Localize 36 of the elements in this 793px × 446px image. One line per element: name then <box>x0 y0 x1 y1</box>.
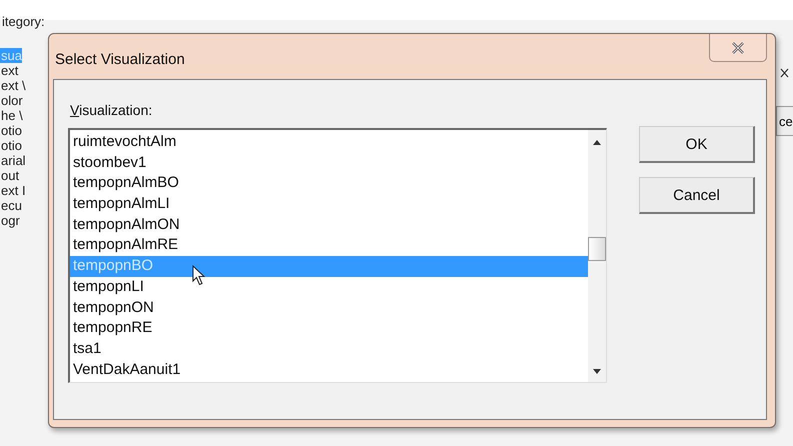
category-item[interactable]: out <box>0 168 20 183</box>
category-item[interactable]: ext \ <box>0 78 26 93</box>
list-item[interactable]: tempopnAlmBO <box>70 173 588 194</box>
list-item[interactable]: tempopnON <box>70 298 588 318</box>
list-item[interactable]: tempopnLI <box>70 276 588 298</box>
list-item[interactable]: tempopnRE <box>70 318 588 339</box>
close-icon <box>731 42 745 54</box>
visualization-label: Visualization: <box>70 102 154 118</box>
category-item[interactable]: otio <box>0 123 22 138</box>
category-item[interactable]: olor <box>0 93 23 108</box>
category-label: itegory: <box>1 14 46 31</box>
cursor-icon <box>192 265 206 286</box>
category-item[interactable]: ext <box>0 63 18 78</box>
category-item[interactable]: otio <box>0 138 22 153</box>
visualization-list[interactable]: ruimtevochtAlm stoombev1 tempopnAlmBO tempopnAlmLI tempopnAlmON tempopnAlmRE tempopnBO tempopnLI tempopnON tempopnRE tsa1 VentDakAanuit1 <box>68 128 607 383</box>
list-item[interactable]: stoombev1 <box>70 152 588 174</box>
ok-button[interactable]: OK <box>639 126 755 163</box>
background-button[interactable]: ce <box>776 106 793 136</box>
list-item[interactable]: tempopnAlmON <box>70 214 588 236</box>
list-item[interactable]: tempopnAlmRE <box>70 235 588 256</box>
close-icon[interactable] <box>780 68 789 78</box>
scroll-down-icon[interactable] <box>593 369 601 374</box>
list-item[interactable]: ruimtevochtAlm <box>70 132 588 153</box>
cancel-button[interactable]: Cancel <box>639 177 755 214</box>
list-item[interactable]: tempopnAlmLI <box>70 194 588 215</box>
scrollbar-thumb[interactable] <box>588 237 606 261</box>
close-button[interactable] <box>709 34 767 62</box>
category-item[interactable]: ogr <box>0 213 20 228</box>
list-item[interactable]: tsa1 <box>70 338 588 360</box>
category-item[interactable]: ecu <box>0 198 22 213</box>
scroll-up-icon[interactable] <box>593 140 601 145</box>
category-item[interactable]: ext I <box>0 183 26 198</box>
window-title: Select Visualization <box>55 51 185 68</box>
list-item[interactable]: VentDakAanuit1 <box>70 360 588 380</box>
category-item[interactable]: arial <box>0 153 26 168</box>
category-item[interactable]: he \ <box>0 108 23 123</box>
